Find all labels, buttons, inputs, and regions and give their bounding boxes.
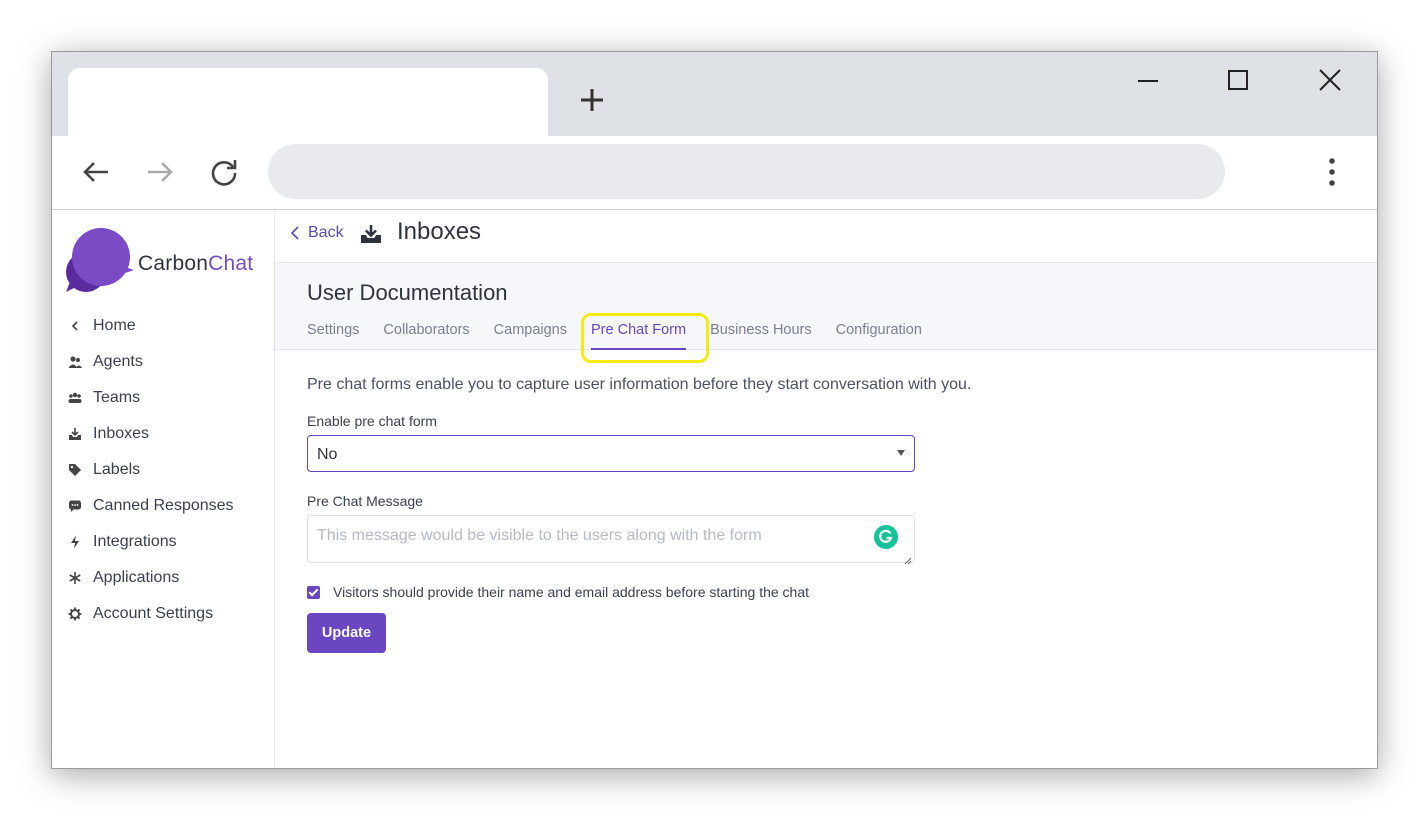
logo[interactable]: CarbonChat bbox=[64, 226, 264, 296]
back-link[interactable]: Back bbox=[290, 224, 344, 242]
minimize-icon[interactable] bbox=[1128, 66, 1168, 96]
resize-handle-icon[interactable] bbox=[904, 552, 912, 565]
gear-icon bbox=[68, 607, 82, 621]
new-tab-plus-icon[interactable] bbox=[574, 82, 610, 118]
sidebar: CarbonChat Home Agents Teams Inboxes Lab… bbox=[52, 210, 275, 768]
require-contact-checkbox[interactable] bbox=[307, 585, 320, 599]
sidebar-item-inboxes[interactable]: Inboxes bbox=[52, 416, 274, 452]
app: CarbonChat Home Agents Teams Inboxes Lab… bbox=[52, 210, 1377, 768]
sidebar-item-label: Integrations bbox=[93, 533, 177, 550]
caret-down-icon bbox=[897, 450, 905, 456]
tab-collaborators[interactable]: Collaborators bbox=[383, 322, 469, 338]
sidebar-item-labels[interactable]: Labels bbox=[52, 452, 274, 488]
inbox-settings-header: User Documentation Settings Collaborator… bbox=[275, 263, 1377, 350]
browser-tab[interactable] bbox=[68, 68, 548, 138]
address-bar[interactable] bbox=[268, 144, 1225, 199]
chat-bubble-icon bbox=[68, 499, 82, 513]
chevron-left-icon bbox=[68, 319, 82, 333]
sidebar-item-label: Teams bbox=[93, 389, 141, 406]
main-content: Back Inboxes User Documentation Settings… bbox=[275, 210, 1377, 768]
contact-fields-row: Visitors should provide their name and e… bbox=[307, 584, 809, 600]
sidebar-item-label: Agents bbox=[93, 353, 143, 370]
brand-name: CarbonChat bbox=[138, 252, 253, 276]
inbox-icon bbox=[360, 224, 382, 244]
sidebar-item-label: Account Settings bbox=[93, 605, 214, 622]
logo-icon bbox=[66, 228, 134, 292]
message-label: Pre Chat Message bbox=[307, 493, 423, 509]
back-arrow-icon[interactable] bbox=[80, 156, 112, 188]
inbox-icon bbox=[68, 427, 82, 441]
pre-chat-message-field[interactable]: This message would be visible to the use… bbox=[307, 515, 915, 565]
page-title: Inboxes bbox=[397, 218, 482, 245]
sidebar-item-label: Inboxes bbox=[93, 425, 150, 442]
back-label: Back bbox=[308, 224, 344, 241]
kebab-menu-icon[interactable] bbox=[1318, 156, 1346, 188]
reload-icon[interactable] bbox=[208, 156, 240, 188]
browser-title-bar bbox=[52, 52, 1377, 138]
sidebar-item-account-settings[interactable]: Account Settings bbox=[52, 596, 274, 632]
form-description: Pre chat forms enable you to capture use… bbox=[307, 376, 972, 393]
browser-toolbar bbox=[52, 136, 1377, 210]
sidebar-item-agents[interactable]: Agents bbox=[52, 344, 274, 380]
close-icon[interactable] bbox=[1310, 66, 1350, 96]
tab-pre-chat-form[interactable]: Pre Chat Form bbox=[591, 322, 687, 350]
page-header: Back Inboxes bbox=[275, 210, 1377, 263]
chevron-left-icon bbox=[290, 226, 299, 240]
lightning-icon bbox=[68, 535, 82, 549]
users-icon bbox=[68, 355, 82, 369]
sidebar-item-applications[interactable]: Applications bbox=[52, 560, 274, 596]
enable-pre-chat-select[interactable]: No bbox=[307, 435, 915, 472]
sidebar-item-teams[interactable]: Teams bbox=[52, 380, 274, 416]
select-value: No bbox=[317, 446, 338, 463]
update-button[interactable]: Update bbox=[307, 613, 386, 653]
sidebar-nav: Home Agents Teams Inboxes Labels Canned … bbox=[52, 308, 274, 632]
browser-window: CarbonChat Home Agents Teams Inboxes Lab… bbox=[51, 51, 1378, 769]
settings-tabs: Settings Collaborators Campaigns Pre Cha… bbox=[307, 322, 946, 350]
sidebar-item-label: Labels bbox=[93, 461, 141, 478]
team-icon bbox=[68, 391, 82, 405]
tab-configuration[interactable]: Configuration bbox=[836, 322, 922, 338]
sidebar-item-home[interactable]: Home bbox=[52, 308, 274, 344]
sidebar-item-label: Canned Responses bbox=[93, 497, 234, 514]
sidebar-item-label: Home bbox=[93, 317, 136, 334]
sidebar-item-label: Applications bbox=[93, 569, 180, 586]
tab-campaigns[interactable]: Campaigns bbox=[494, 322, 567, 338]
enable-label: Enable pre chat form bbox=[307, 413, 437, 429]
tab-settings[interactable]: Settings bbox=[307, 322, 359, 338]
brand-name-part2: Chat bbox=[208, 252, 254, 275]
inbox-name: User Documentation bbox=[307, 280, 508, 305]
message-placeholder: This message would be visible to the use… bbox=[317, 527, 762, 544]
tag-icon bbox=[68, 463, 82, 477]
checkbox-label: Visitors should provide their name and e… bbox=[333, 584, 810, 600]
sidebar-item-canned-responses[interactable]: Canned Responses bbox=[52, 488, 274, 524]
sidebar-item-integrations[interactable]: Integrations bbox=[52, 524, 274, 560]
forward-arrow-icon[interactable] bbox=[144, 156, 176, 188]
asterisk-icon bbox=[68, 571, 82, 585]
maximize-icon[interactable] bbox=[1218, 66, 1258, 96]
tab-business-hours[interactable]: Business Hours bbox=[710, 322, 812, 338]
grammarly-icon[interactable] bbox=[874, 525, 898, 549]
brand-name-part1: Carbon bbox=[138, 252, 209, 275]
